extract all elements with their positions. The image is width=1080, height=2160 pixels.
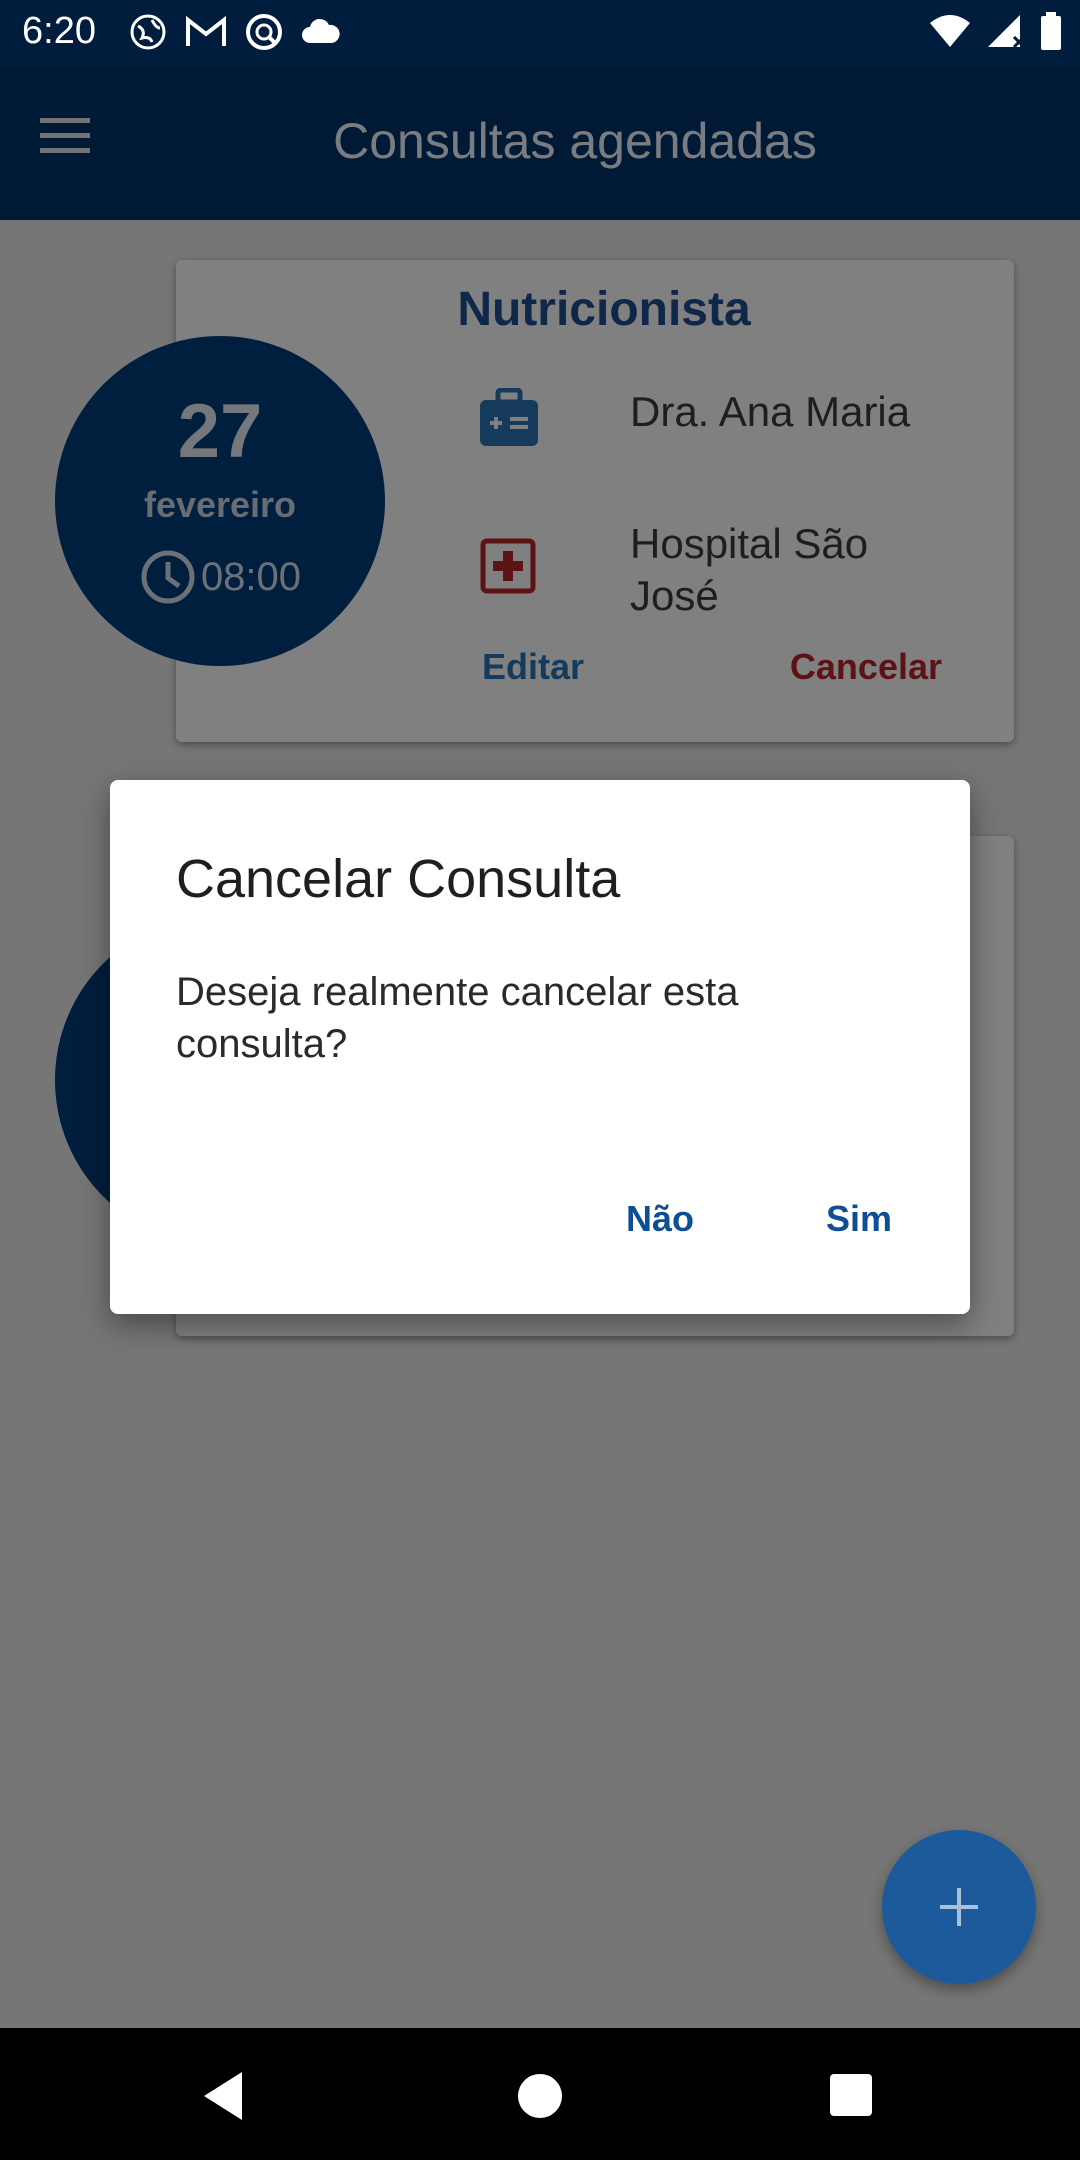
notification-icons [128, 12, 340, 52]
add-appointment-button[interactable] [882, 1830, 1036, 1984]
home-icon[interactable] [518, 2074, 562, 2118]
cancel-dialog: Cancelar Consulta Deseja realmente cance… [110, 780, 970, 1314]
app-icon [246, 14, 282, 50]
dialog-message: Deseja realmente cancelar esta consulta? [176, 970, 739, 1066]
yes-button[interactable]: Sim [826, 1198, 892, 1240]
system-status-icons [928, 12, 1062, 50]
status-time: 6:20 [22, 10, 96, 52]
status-bar: 6:20 [0, 0, 1080, 66]
signal-icon [988, 15, 1026, 49]
system-nav-bar [0, 2028, 1080, 2160]
globe-icon [130, 14, 166, 50]
battery-icon [1041, 12, 1061, 50]
dialog-title: Cancelar Consulta [176, 849, 621, 909]
gmail-icon [186, 15, 226, 46]
wifi-icon [930, 15, 970, 47]
cloud-icon [302, 18, 340, 43]
plus-icon [940, 1888, 978, 1926]
back-icon[interactable] [200, 2070, 246, 2122]
no-button[interactable]: Não [626, 1198, 694, 1240]
recents-icon[interactable] [830, 2074, 872, 2116]
